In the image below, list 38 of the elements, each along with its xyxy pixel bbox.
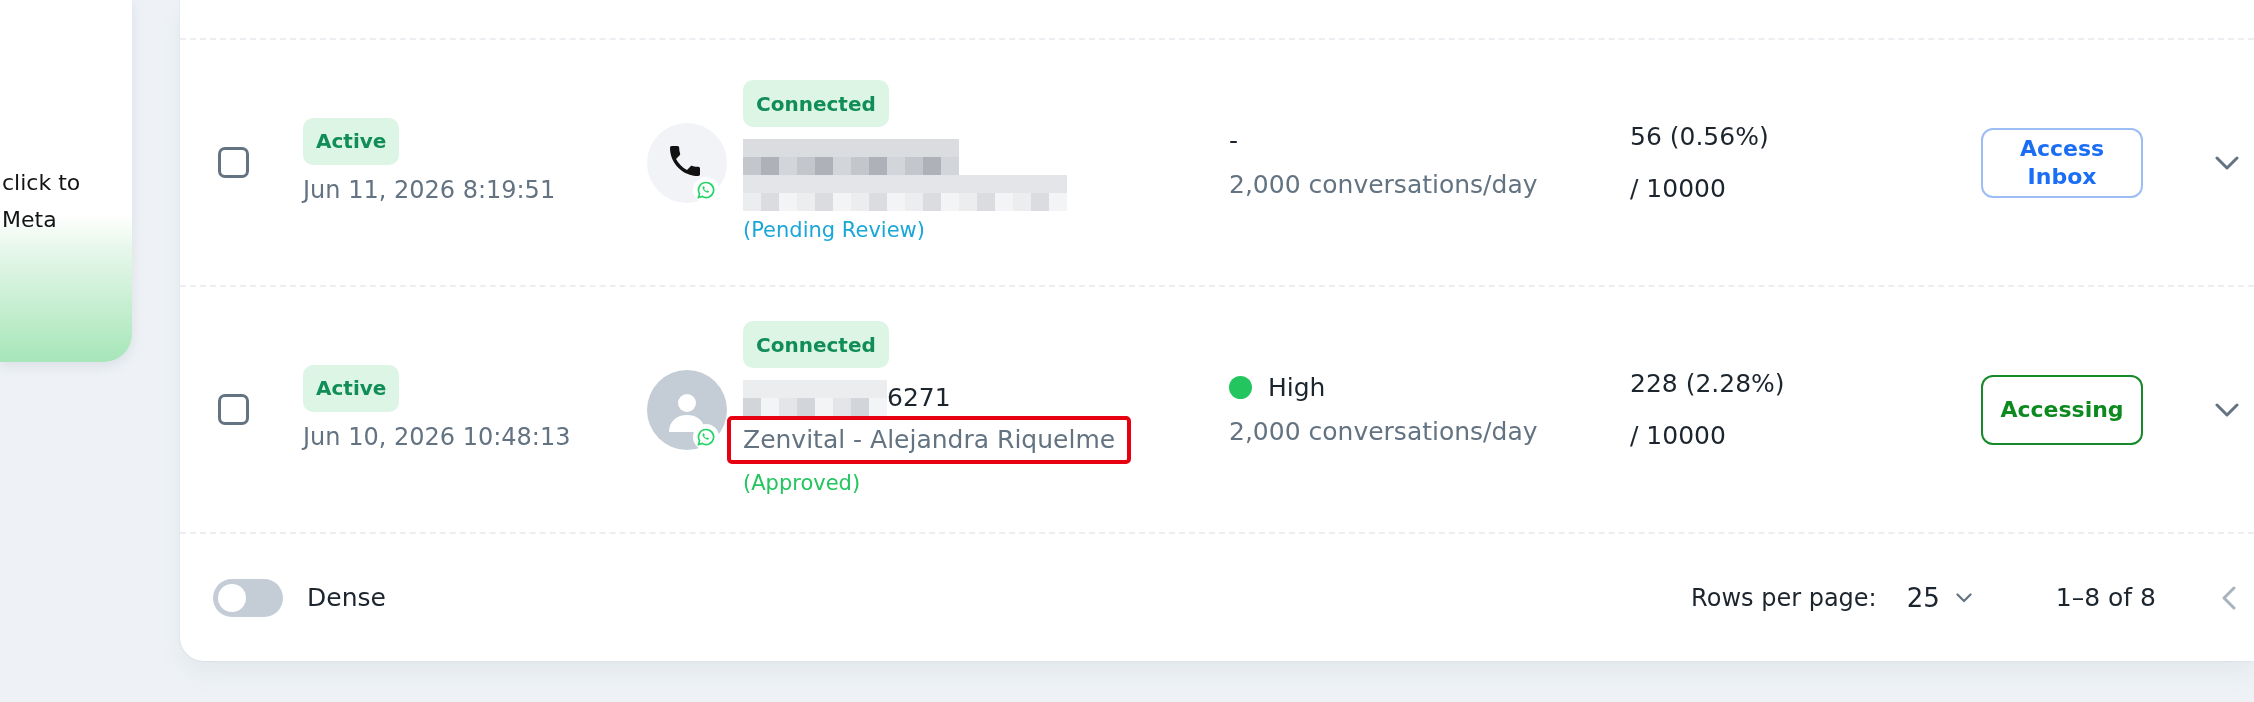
phone-number: 6271 (887, 382, 951, 414)
expand-button[interactable] (2215, 155, 2239, 170)
chevron-down-icon (2215, 402, 2239, 417)
dense-label: Dense (307, 583, 386, 612)
chevron-down-icon (2215, 155, 2239, 170)
connection-badge: Connected (743, 80, 889, 127)
promo-text: Meta (2, 206, 57, 234)
status-badge: Active (303, 117, 400, 165)
checkbox[interactable] (218, 147, 249, 178)
usage-quota: / 10000 (1630, 419, 1726, 452)
connection-badge: Connected (743, 321, 889, 368)
chevron-down-icon (1955, 592, 1972, 603)
quality-rating: - (1229, 124, 1239, 157)
promo-text: click to (2, 169, 81, 197)
rows-per-page-label: Rows per page: (1691, 583, 1877, 612)
page-range: 1–8 of 8 (2055, 583, 2156, 612)
checkbox[interactable] (218, 394, 249, 425)
expand-button[interactable] (2215, 402, 2239, 417)
quality-rating: High (1268, 371, 1326, 404)
review-status: (Pending Review) (743, 217, 925, 244)
phone-icon (670, 145, 700, 176)
chat-bubble-icon (693, 423, 719, 450)
chevron-left-icon (2222, 585, 2236, 610)
usage-count: 228 (2.28%) (1630, 367, 1785, 400)
access-button[interactable]: Accessing (1981, 374, 2143, 445)
messaging-limit: 2,000 conversations/day (1229, 168, 1538, 201)
review-status: (Approved) (743, 470, 861, 497)
chat-bubble-icon (693, 176, 719, 203)
messaging-limit: 2,000 conversations/day (1229, 415, 1538, 448)
usage-quota: / 10000 (1630, 172, 1726, 205)
created-date: Jun 11, 2026 8:19:51 (303, 174, 556, 206)
dense-toggle[interactable] (213, 578, 283, 617)
rows-per-page-select[interactable]: 25 (1906, 582, 1972, 613)
access-button[interactable]: Access Inbox (1981, 127, 2143, 198)
contact-name: Zenvital - Alejandra Riquelme (743, 424, 1116, 456)
created-date: Jun 10, 2026 10:48:13 (303, 421, 571, 453)
usage-count: 56 (0.56%) (1630, 120, 1769, 153)
status-badge: Active (303, 364, 400, 412)
